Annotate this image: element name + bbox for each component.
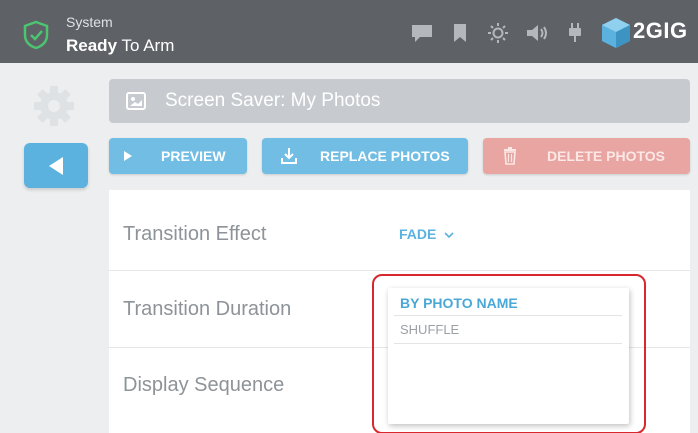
- delete-photos-button[interactable]: DELETE PHOTOS: [483, 138, 690, 174]
- transition-effect-value: FADE: [399, 226, 437, 242]
- page-title: Screen Saver: My Photos: [165, 90, 381, 111]
- gear-icon[interactable]: [30, 82, 78, 130]
- volume-icon[interactable]: [525, 22, 551, 44]
- trash-icon: [504, 147, 516, 165]
- brand-logo-icon: [602, 18, 630, 48]
- arm-status-rest: To Arm: [121, 36, 175, 55]
- brightness-icon[interactable]: [486, 22, 510, 44]
- play-icon: [124, 151, 132, 161]
- system-label: System: [66, 14, 113, 30]
- arm-status-ready: Ready: [66, 36, 118, 55]
- top-bar: System Ready To Arm 2GIG: [0, 0, 698, 63]
- photo-frame-icon: [126, 92, 146, 110]
- arm-status: Ready To Arm: [66, 36, 174, 56]
- replace-photos-label: REPLACE PHOTOS: [320, 148, 450, 164]
- transition-duration-label: Transition Duration: [123, 298, 292, 320]
- brand-name: 2GIG: [633, 18, 688, 43]
- transition-effect-select[interactable]: FADE: [399, 226, 454, 242]
- back-button[interactable]: [24, 143, 88, 188]
- divider: [109, 270, 690, 271]
- delete-photos-label: DELETE PHOTOS: [547, 148, 665, 164]
- highlight-outline: [372, 274, 646, 433]
- back-arrow-icon: [49, 157, 63, 175]
- replace-photos-button[interactable]: REPLACE PHOTOS: [262, 138, 468, 174]
- page-title-bar: Screen Saver: My Photos: [109, 79, 690, 123]
- download-icon: [281, 148, 297, 164]
- shield-check-icon[interactable]: [22, 20, 50, 50]
- chevron-down-icon: [444, 232, 454, 239]
- preview-label: PREVIEW: [161, 148, 226, 164]
- preview-button[interactable]: PREVIEW: [109, 138, 247, 174]
- bookmark-icon[interactable]: [452, 22, 468, 44]
- transition-effect-label: Transition Effect: [123, 223, 267, 245]
- message-icon[interactable]: [410, 22, 434, 44]
- display-sequence-label: Display Sequence: [123, 374, 285, 396]
- power-plug-icon[interactable]: [566, 22, 584, 44]
